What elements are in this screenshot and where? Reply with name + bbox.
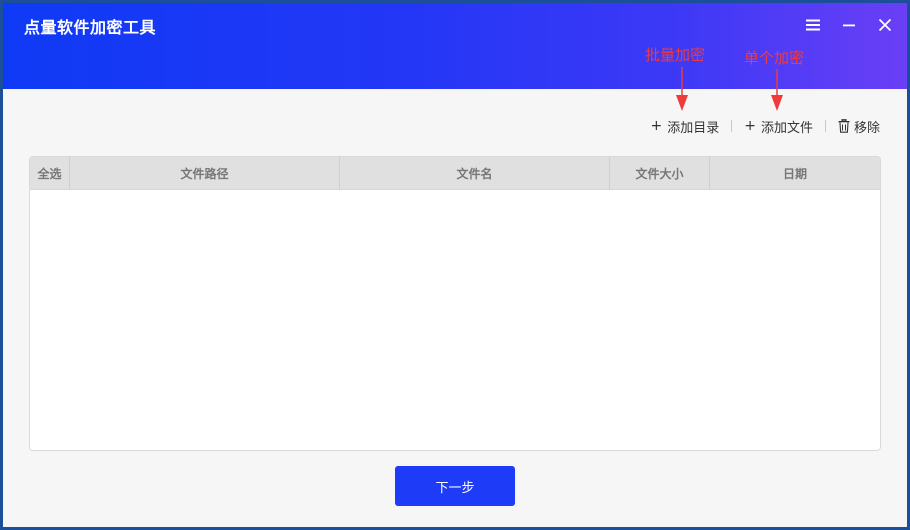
close-button[interactable] xyxy=(875,15,895,35)
app-window: 点量软件加密工具 批量加密 单个加密 + 添加目录 + 添加文件 移除 全选 文… xyxy=(3,3,907,527)
column-header-select-all[interactable]: 全选 xyxy=(30,157,70,189)
app-title: 点量软件加密工具 xyxy=(24,18,157,37)
plus-icon: + xyxy=(650,118,663,134)
add-file-label: 添加文件 xyxy=(760,120,813,136)
annotation-single-encrypt: 单个加密 xyxy=(744,49,805,67)
file-table: 全选 文件路径 文件名 文件大小 日期 xyxy=(29,156,881,451)
minimize-button[interactable] xyxy=(839,15,859,35)
close-icon xyxy=(878,18,892,32)
column-header-date[interactable]: 日期 xyxy=(710,157,880,189)
annotation-arrow-batch xyxy=(676,67,688,111)
add-file-button[interactable]: + 添加文件 xyxy=(744,117,813,136)
table-body[interactable] xyxy=(30,190,880,450)
file-toolbar: + 添加目录 + 添加文件 移除 xyxy=(650,116,880,136)
minimize-icon xyxy=(842,18,856,32)
remove-label: 移除 xyxy=(853,120,880,136)
column-header-file-size[interactable]: 文件大小 xyxy=(610,157,710,189)
column-header-file-path[interactable]: 文件路径 xyxy=(70,157,340,189)
annotation-arrow-single xyxy=(771,69,783,111)
menu-icon xyxy=(805,18,821,32)
column-header-file-name[interactable]: 文件名 xyxy=(340,157,610,189)
add-directory-label: 添加目录 xyxy=(667,120,720,136)
plus-icon: + xyxy=(744,118,756,134)
add-directory-button[interactable]: + 添加目录 xyxy=(650,117,719,136)
annotation-batch-encrypt: 批量加密 xyxy=(645,46,706,64)
menu-button[interactable] xyxy=(803,15,823,35)
window-controls xyxy=(787,15,895,35)
remove-button[interactable]: 移除 xyxy=(838,117,880,136)
toolbar-divider xyxy=(824,120,826,132)
toolbar-divider xyxy=(731,120,733,132)
trash-icon xyxy=(838,119,850,133)
table-header: 全选 文件路径 文件名 文件大小 日期 xyxy=(30,157,880,190)
next-step-button[interactable]: 下一步 xyxy=(395,466,515,506)
